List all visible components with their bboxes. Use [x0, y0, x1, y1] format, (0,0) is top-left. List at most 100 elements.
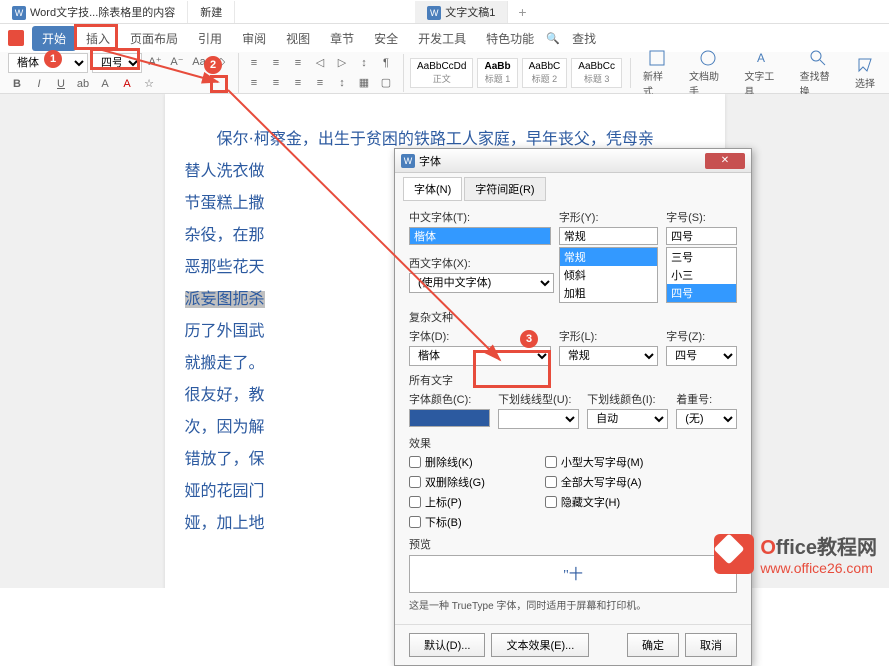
line-spacing-icon[interactable]: ↕ — [333, 74, 351, 92]
numbering-icon[interactable]: ≡ — [267, 54, 285, 72]
tab-features[interactable]: 特色功能 — [476, 26, 544, 51]
select-west-font[interactable]: (使用中文字体) — [409, 273, 554, 293]
align-right-icon[interactable]: ≡ — [289, 74, 307, 92]
ok-button[interactable]: 确定 — [627, 633, 679, 657]
italic-icon[interactable]: I — [30, 75, 48, 93]
styles-group: AaBbCcDd正文 AaBb标题 1 AaBbC标题 2 AaBbCc标题 3 — [410, 58, 631, 88]
text-tools-button[interactable]: A文字工具 — [738, 48, 787, 98]
show-marks-icon[interactable]: ¶ — [377, 54, 395, 72]
font-color-icon[interactable]: A — [118, 75, 136, 93]
select-font-color[interactable] — [409, 409, 490, 427]
borders-icon[interactable]: ▢ — [377, 74, 395, 92]
tab-security[interactable]: 安全 — [364, 26, 408, 51]
dialog-tab-spacing[interactable]: 字符间距(R) — [464, 177, 545, 201]
check-dbl-strike[interactable]: 双删除线(G) — [409, 474, 485, 490]
shrink-font-icon[interactable]: A⁻ — [168, 53, 186, 71]
truetype-note: 这是一种 TrueType 字体，同时适用于屏幕和打印机。 — [409, 597, 737, 612]
grow-font-icon[interactable]: A⁺ — [146, 53, 164, 71]
font-dialog-launcher[interactable] — [210, 75, 228, 93]
label-style: 字形(Y): — [559, 209, 658, 225]
new-style-button[interactable]: 新样式 — [637, 48, 677, 98]
doc-tab-2[interactable]: 新建 — [188, 1, 235, 23]
sort-icon[interactable]: ↕ — [355, 54, 373, 72]
paragraph-group: ≡ ≡ ≡ ◁ ▷ ↕ ¶ ≡ ≡ ≡ ≡ ↕ ▦ ▢ — [245, 54, 404, 92]
size-list[interactable]: 三号 小三 四号 — [666, 247, 737, 303]
cancel-button[interactable]: 取消 — [685, 633, 737, 657]
tab-review[interactable]: 审阅 — [232, 26, 276, 51]
style-list[interactable]: 常规 倾斜 加粗 — [559, 247, 658, 303]
label-size-z: 字号(Z): — [666, 328, 737, 344]
tab-view[interactable]: 视图 — [276, 26, 320, 51]
check-subscript[interactable]: 下标(B) — [409, 514, 485, 530]
doc-tab-3[interactable]: W文字文稿1 — [415, 1, 508, 23]
watermark-url: www.office26.com — [760, 560, 877, 576]
effects-checks: 删除线(K) 双删除线(G) 上标(P) 下标(B) 小型大写字母(M) 全部大… — [409, 454, 737, 530]
section-all-text: 所有文字 — [409, 372, 737, 388]
word-icon: W — [427, 6, 441, 20]
dialog-titlebar[interactable]: W 字体 ✕ — [395, 149, 751, 173]
multilevel-icon[interactable]: ≡ — [289, 54, 307, 72]
highlight-icon[interactable]: A — [96, 75, 114, 93]
style-normal[interactable]: AaBbCcDd正文 — [410, 58, 473, 88]
select-emphasis[interactable]: (无) — [676, 409, 737, 429]
dialog-tab-font[interactable]: 字体(N) — [403, 177, 462, 201]
app-logo-icon — [8, 30, 24, 46]
tab-start[interactable]: 开始 — [32, 26, 76, 51]
select-underline-style[interactable] — [498, 409, 579, 429]
align-center-icon[interactable]: ≡ — [267, 74, 285, 92]
select-underline-color[interactable]: 自动 — [587, 409, 668, 429]
bg-color-icon[interactable]: ☆ — [140, 75, 158, 93]
dialog-close-button[interactable]: ✕ — [705, 153, 745, 169]
list-item: 常规 — [560, 248, 657, 266]
dialog-title-text: 字体 — [419, 153, 441, 169]
section-preview: 预览 — [409, 536, 737, 552]
watermark: Office教程网 www.office26.com — [714, 531, 877, 576]
tab-find[interactable]: 查找 — [562, 26, 606, 51]
select-button[interactable]: 选择 — [849, 55, 881, 90]
label-font-color: 字体颜色(C): — [409, 391, 490, 407]
select-style-l[interactable]: 常规 — [559, 346, 658, 366]
select-icon — [855, 55, 875, 75]
label-underline-color: 下划线颜色(I): — [587, 391, 668, 407]
doc-assist-icon — [698, 48, 718, 68]
check-hidden[interactable]: 隐藏文字(H) — [545, 494, 644, 510]
label-underline-style: 下划线线型(U): — [498, 391, 579, 407]
align-justify-icon[interactable]: ≡ — [311, 74, 329, 92]
bold-icon[interactable]: B — [8, 75, 26, 93]
style-h3[interactable]: AaBbCc标题 3 — [571, 58, 622, 88]
style-h1[interactable]: AaBb标题 1 — [477, 58, 517, 88]
list-item: 三号 — [667, 248, 736, 266]
check-all-caps[interactable]: 全部大写字母(A) — [545, 474, 644, 490]
dialog-buttons: 默认(D)... 文本效果(E)... 确定 取消 — [395, 624, 751, 665]
check-superscript[interactable]: 上标(P) — [409, 494, 485, 510]
input-cn-font[interactable] — [409, 227, 551, 245]
check-strike[interactable]: 删除线(K) — [409, 454, 485, 470]
input-size[interactable] — [666, 227, 737, 245]
find-replace-button[interactable]: 查找替换 — [794, 48, 843, 98]
doc-tab-1[interactable]: WWord文字技...除表格里的内容 — [0, 1, 188, 23]
default-button[interactable]: 默认(D)... — [409, 633, 485, 657]
style-h2[interactable]: AaBbC标题 2 — [522, 58, 568, 88]
add-tab-button[interactable]: + — [508, 4, 536, 20]
input-style[interactable] — [559, 227, 658, 245]
shading-icon[interactable]: ▦ — [355, 74, 373, 92]
find-icon — [808, 48, 828, 68]
tab-section[interactable]: 章节 — [320, 26, 364, 51]
tab-layout[interactable]: 页面布局 — [120, 26, 188, 51]
text-effect-button[interactable]: 文本效果(E)... — [491, 633, 589, 657]
align-left-icon[interactable]: ≡ — [245, 74, 263, 92]
doc-assist-button[interactable]: 文档助手 — [683, 48, 732, 98]
list-item: 四号 — [667, 284, 736, 302]
check-small-caps[interactable]: 小型大写字母(M) — [545, 454, 644, 470]
underline-icon[interactable]: U — [52, 75, 70, 93]
annotation-marker-3: 3 — [520, 330, 538, 348]
select-size-z[interactable]: 四号 — [666, 346, 737, 366]
preview-box: "十 — [409, 555, 737, 593]
indent-left-icon[interactable]: ◁ — [311, 54, 329, 72]
strike-icon[interactable]: ab — [74, 75, 92, 93]
indent-right-icon[interactable]: ▷ — [333, 54, 351, 72]
annotation-marker-1: 1 — [44, 50, 62, 68]
bullets-icon[interactable]: ≡ — [245, 54, 263, 72]
tab-reference[interactable]: 引用 — [188, 26, 232, 51]
tab-devtools[interactable]: 开发工具 — [408, 26, 476, 51]
